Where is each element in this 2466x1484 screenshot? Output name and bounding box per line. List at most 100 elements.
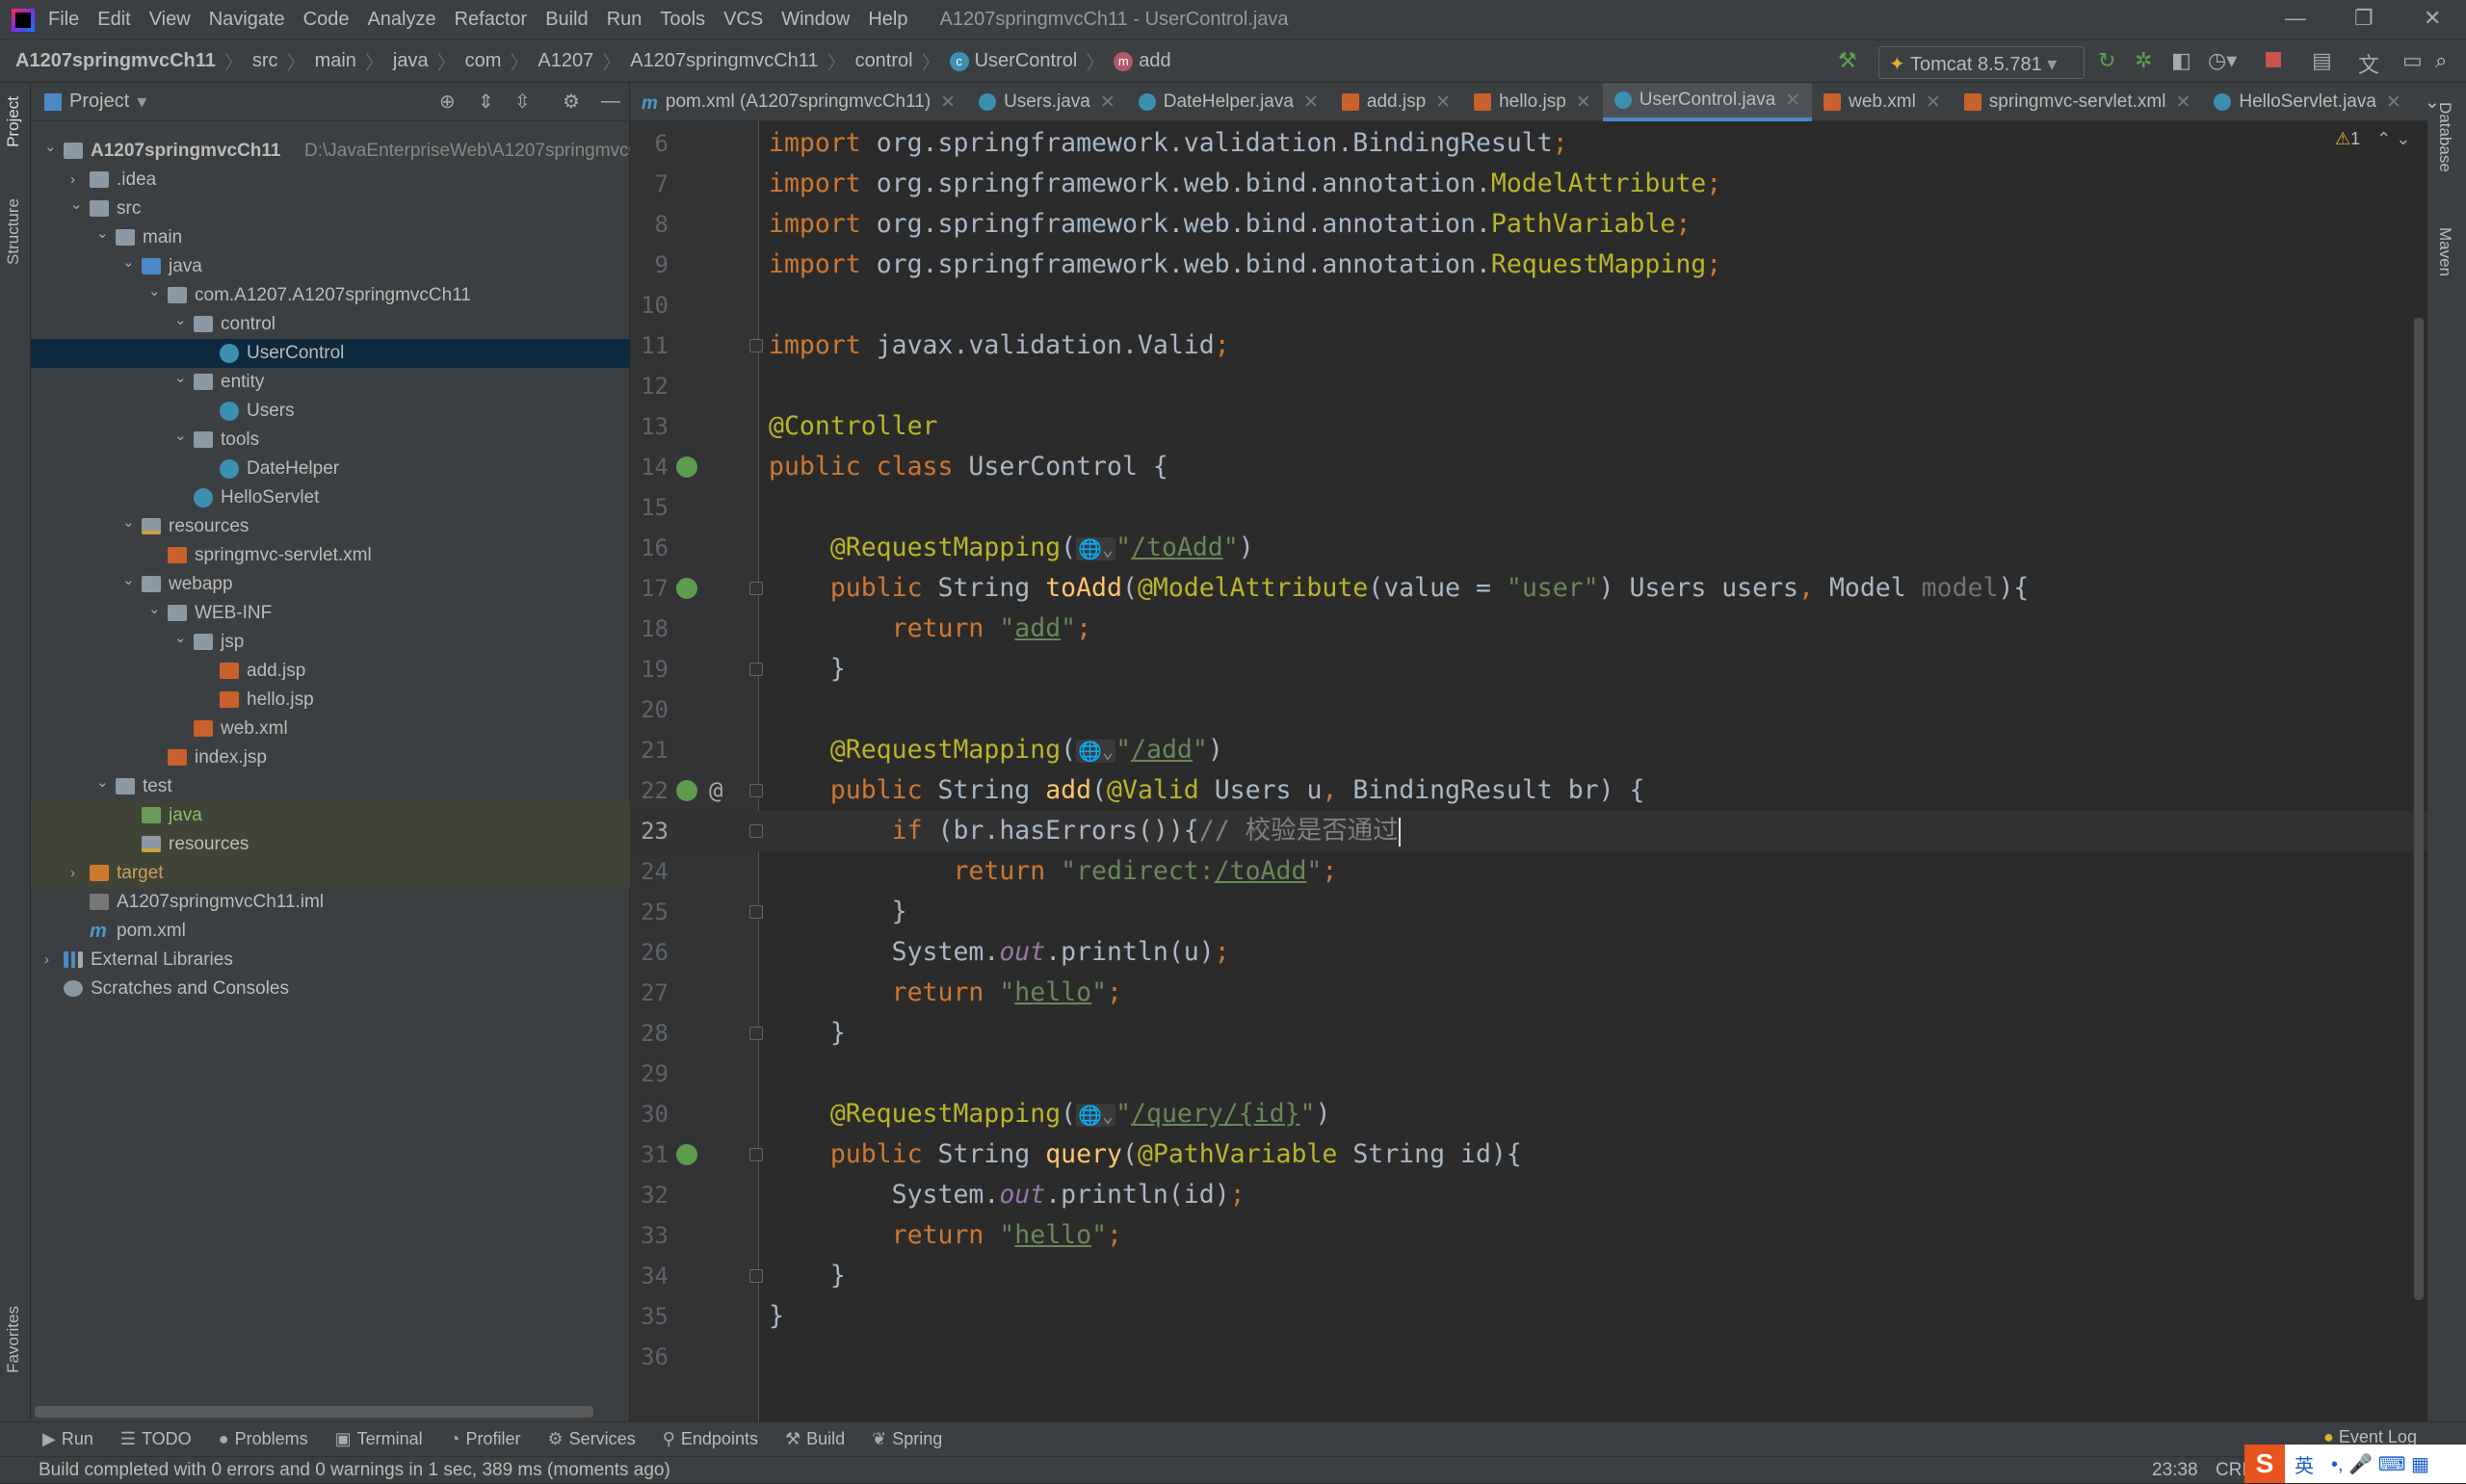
restore-button[interactable]: ❐ bbox=[2354, 6, 2374, 31]
coverage-icon[interactable]: ◧ bbox=[2171, 48, 2191, 73]
spring-bean-gutter-icon[interactable] bbox=[676, 1144, 697, 1165]
code-line[interactable]: 10 bbox=[630, 285, 2427, 325]
fold-marker-icon[interactable] bbox=[749, 1269, 763, 1283]
chevron-down-icon[interactable]: ⌄ bbox=[44, 133, 57, 162]
tab-helloservlet-java[interactable]: HelloServlet.java ✕ bbox=[2202, 83, 2413, 121]
tab-springmvc-servlet-xml[interactable]: springmvc-servlet.xml ✕ bbox=[1953, 83, 2203, 121]
tab-usercontrol-java[interactable]: UserControl.java ✕ bbox=[1602, 83, 1813, 121]
tree-item[interactable]: ⌄ test bbox=[31, 772, 630, 801]
menu-code[interactable]: Code bbox=[303, 9, 350, 31]
code-line[interactable]: 22 @ public String add(@Valid Users u, Bi… bbox=[630, 770, 2427, 811]
tree-item[interactable]: index.jsp bbox=[31, 743, 630, 772]
code-line[interactable]: 12 bbox=[630, 366, 2427, 406]
fold-marker-icon[interactable] bbox=[749, 339, 763, 352]
chevron-down-icon[interactable]: ⌄ bbox=[148, 277, 161, 306]
code-line[interactable]: 11 import javax.validation.Valid; bbox=[630, 325, 2427, 366]
chevron-down-icon[interactable]: ⌄ bbox=[174, 306, 187, 335]
tree-item[interactable]: › .idea bbox=[31, 166, 630, 195]
breadcrumb-item[interactable]: A1207springmvcCh11 bbox=[15, 50, 216, 72]
chevron-down-icon[interactable]: ▾ bbox=[137, 90, 146, 114]
code-line[interactable]: 6 import org.springframework.validation.B… bbox=[630, 123, 2427, 164]
menu-edit[interactable]: Edit bbox=[97, 9, 130, 31]
tool-terminal[interactable]: ▣ Terminal bbox=[335, 1429, 423, 1449]
chevron-down-icon[interactable]: ⌄ bbox=[96, 220, 109, 248]
close-tab-icon[interactable]: ✕ bbox=[940, 91, 956, 114]
code-line[interactable]: 34 } bbox=[630, 1256, 2427, 1296]
tree-item[interactable]: ⌄ entity bbox=[31, 368, 630, 397]
chevron-down-icon[interactable]: ⌄ bbox=[174, 364, 187, 393]
code-line[interactable]: 32 System.out.println(id); bbox=[630, 1175, 2427, 1215]
close-tab-icon[interactable]: ✕ bbox=[1785, 90, 1800, 112]
tree-item[interactable]: › target bbox=[31, 859, 630, 888]
expand-all-icon[interactable]: ⇕ bbox=[478, 90, 494, 114]
tool-services[interactable]: ⚙ Services bbox=[548, 1429, 636, 1449]
breadcrumb-item[interactable]: java bbox=[393, 50, 429, 72]
tree-item[interactable]: resources bbox=[31, 830, 630, 859]
close-tab-icon[interactable]: ✕ bbox=[1435, 91, 1451, 114]
ime-toolbar[interactable]: S 英 •, 🎤 ⌨ ▦ bbox=[2244, 1445, 2466, 1483]
chevron-down-icon[interactable]: ⌄ bbox=[122, 566, 135, 595]
rerun-icon[interactable]: ↻ bbox=[2098, 48, 2115, 73]
tool-spring[interactable]: ❦ Spring bbox=[872, 1429, 942, 1449]
menu-help[interactable]: Help bbox=[868, 9, 907, 31]
close-tab-icon[interactable]: ✕ bbox=[2386, 91, 2401, 114]
code-line[interactable]: 15 bbox=[630, 487, 2427, 528]
close-tab-icon[interactable]: ✕ bbox=[1926, 91, 1941, 114]
code-line[interactable]: 24 return "redirect:/toAdd"; bbox=[630, 851, 2427, 892]
tree-item[interactable]: hello.jsp bbox=[31, 686, 630, 715]
code-line[interactable]: 19 } bbox=[630, 649, 2427, 690]
tool-build[interactable]: ⚒ Build bbox=[785, 1429, 845, 1449]
tree-item[interactable]: ⌄ resources bbox=[31, 512, 630, 541]
code-line[interactable]: 35} bbox=[630, 1296, 2427, 1337]
search-icon[interactable]: ⌕ bbox=[2435, 48, 2447, 73]
tree-item[interactable]: ⌄ webapp bbox=[31, 570, 630, 599]
chevron-down-icon[interactable]: ⌄ bbox=[122, 508, 135, 537]
menu-view[interactable]: View bbox=[149, 9, 191, 31]
breadcrumb-item[interactable]: control bbox=[855, 50, 913, 72]
menu-vcs[interactable]: VCS bbox=[723, 9, 763, 31]
menu-analyze[interactable]: Analyze bbox=[367, 9, 435, 31]
code-line[interactable]: 14 public class UserControl { bbox=[630, 447, 2427, 487]
tree-item[interactable]: springmvc-servlet.xml bbox=[31, 541, 630, 570]
tool-tab-favorites[interactable]: Favorites bbox=[4, 1306, 23, 1373]
collapse-all-icon[interactable]: ⇳ bbox=[514, 90, 531, 114]
chevron-down-icon[interactable]: ⌄ bbox=[122, 248, 135, 277]
tool-problems[interactable]: ● Problems bbox=[219, 1429, 308, 1449]
warnings-indicator[interactable]: ⚠1 ⌃ ⌄ bbox=[2335, 129, 2410, 149]
code-line[interactable]: 16 @RequestMapping(🌐⌄"/toAdd") bbox=[630, 528, 2427, 568]
caret-position[interactable]: 23:38 bbox=[2152, 1457, 2198, 1484]
fold-marker-icon[interactable] bbox=[749, 663, 763, 676]
code-line[interactable]: 18 return "add"; bbox=[630, 609, 2427, 649]
code-line[interactable]: 28 } bbox=[630, 1013, 2427, 1054]
hide-icon[interactable]: — bbox=[601, 91, 620, 113]
profile-icon[interactable]: ◷▾ bbox=[2208, 48, 2237, 73]
breadcrumb-item[interactable]: A1207springmvcCh11 bbox=[630, 50, 818, 72]
code-line[interactable]: 30 @RequestMapping(🌐⌄"/query/{id}") bbox=[630, 1094, 2427, 1134]
project-view-select[interactable]: Project bbox=[69, 91, 129, 113]
chevron-down-icon[interactable]: ⌄ bbox=[174, 624, 187, 653]
project-structure-icon[interactable]: ▤ bbox=[2312, 48, 2332, 73]
tree-item[interactable]: java bbox=[31, 801, 630, 830]
code-line[interactable]: 25 } bbox=[630, 892, 2427, 932]
menu-run[interactable]: Run bbox=[607, 9, 643, 31]
chevron-right-icon[interactable]: › bbox=[70, 859, 75, 888]
chevron-down-icon[interactable]: ⌄ bbox=[148, 595, 161, 624]
tab-web-xml[interactable]: web.xml ✕ bbox=[1812, 83, 1953, 121]
close-tab-icon[interactable]: ✕ bbox=[1576, 91, 1591, 114]
breadcrumb-item[interactable]: src bbox=[252, 50, 278, 72]
code-line[interactable]: 9 import org.springframework.web.bind.ann… bbox=[630, 245, 2427, 285]
fold-marker-icon[interactable] bbox=[749, 1148, 763, 1161]
breadcrumb-item[interactable]: com bbox=[465, 50, 502, 72]
code-line[interactable]: 27 return "hello"; bbox=[630, 973, 2427, 1013]
tool-todo[interactable]: ☰ TODO bbox=[120, 1429, 192, 1449]
chevron-down-icon[interactable]: ⌄ bbox=[70, 191, 83, 220]
code-line[interactable]: 8 import org.springframework.web.bind.ann… bbox=[630, 204, 2427, 245]
tree-item[interactable]: add.jsp bbox=[31, 657, 630, 686]
tree-item[interactable]: web.xml bbox=[31, 715, 630, 743]
code-line[interactable]: 26 System.out.println(u); bbox=[630, 932, 2427, 973]
code-line[interactable]: 23 if (br.hasErrors()){// 校验是否通过 bbox=[630, 811, 2427, 851]
code-line[interactable]: 13 @Controller bbox=[630, 406, 2427, 447]
debug-icon[interactable]: ✲ bbox=[2135, 48, 2152, 73]
code-line[interactable]: 36 bbox=[630, 1337, 2427, 1377]
tree-item[interactable]: Scratches and Consoles bbox=[31, 975, 630, 1003]
